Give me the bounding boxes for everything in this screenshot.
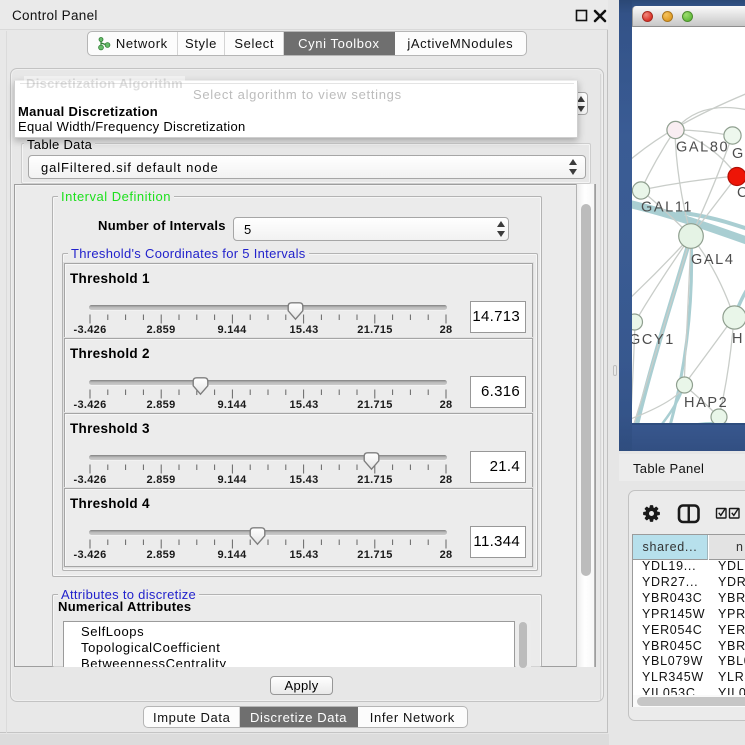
svg-text:GAL80: GAL80 xyxy=(676,140,729,156)
svg-text:GAL11: GAL11 xyxy=(641,200,693,216)
svg-text:GCY1: GCY1 xyxy=(632,332,675,348)
svg-text:H: H xyxy=(732,331,744,347)
svg-text:G.: G. xyxy=(732,146,745,162)
svg-text:HAP2: HAP2 xyxy=(684,395,728,411)
svg-text:GAL4: GAL4 xyxy=(691,252,734,268)
svg-text:C: C xyxy=(737,185,745,201)
